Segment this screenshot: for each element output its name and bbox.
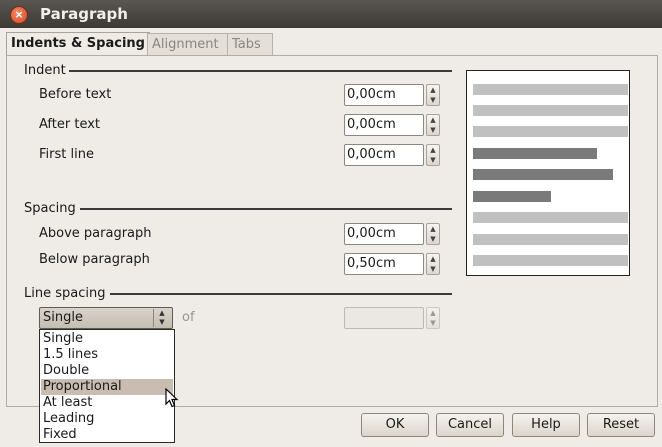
spin-up-icon: ▲ bbox=[430, 309, 436, 317]
spin-down-icon[interactable]: ▼ bbox=[427, 125, 439, 135]
tab-indents-spacing[interactable]: Indents & Spacing bbox=[6, 32, 150, 56]
spin-up-icon[interactable]: ▲ bbox=[427, 85, 439, 95]
first-line-label: First line bbox=[39, 147, 94, 162]
indent-divider bbox=[69, 70, 452, 72]
line-spacing-select[interactable]: Single ▲ ▼ bbox=[39, 307, 173, 329]
above-paragraph-spinner[interactable]: 0,00cm ▲ ▼ bbox=[344, 223, 440, 245]
tab-alignment[interactable]: Alignment bbox=[147, 33, 229, 55]
preview-line bbox=[473, 105, 628, 116]
after-text-stepper[interactable]: ▲ ▼ bbox=[426, 114, 440, 136]
first-line-input[interactable]: 0,00cm bbox=[344, 144, 424, 166]
spin-down-icon[interactable]: ▼ bbox=[427, 95, 439, 105]
paragraph-preview bbox=[466, 70, 630, 276]
line-spacing-heading: Line spacing bbox=[24, 286, 106, 301]
preview-line bbox=[473, 84, 628, 95]
before-text-label: Before text bbox=[39, 87, 112, 102]
window-title: Paragraph bbox=[40, 5, 128, 23]
indent-heading: Indent bbox=[24, 63, 66, 78]
spacing-heading: Spacing bbox=[24, 201, 76, 216]
reset-button[interactable]: Reset bbox=[587, 413, 655, 437]
preview-line bbox=[473, 212, 628, 223]
line-spacing-dropdown: Single 1.5 lines Double Proportional At … bbox=[39, 329, 175, 443]
before-text-stepper[interactable]: ▲ ▼ bbox=[426, 84, 440, 106]
preview-line-current bbox=[473, 191, 551, 202]
spin-down-icon[interactable]: ▼ bbox=[427, 264, 439, 274]
dropdown-option-1-5-lines[interactable]: 1.5 lines bbox=[41, 347, 173, 363]
above-paragraph-label: Above paragraph bbox=[39, 226, 152, 241]
after-text-spinner[interactable]: 0,00cm ▲ ▼ bbox=[344, 114, 440, 136]
line-spacing-value-spinner: ▲ ▼ bbox=[344, 307, 440, 329]
help-button[interactable]: Help bbox=[512, 413, 580, 437]
spin-down-icon: ▼ bbox=[430, 319, 436, 327]
dropdown-option-single[interactable]: Single bbox=[41, 331, 173, 347]
line-spacing-selected: Single bbox=[43, 310, 83, 325]
after-text-input[interactable]: 0,00cm bbox=[344, 114, 424, 136]
after-text-label: After text bbox=[39, 117, 101, 132]
select-arrows-icon: ▲ ▼ bbox=[153, 309, 170, 327]
below-paragraph-spinner[interactable]: 0,50cm ▲ ▼ bbox=[344, 253, 440, 275]
below-paragraph-input[interactable]: 0,50cm bbox=[344, 253, 424, 275]
line-spacing-value-stepper: ▲ ▼ bbox=[426, 307, 440, 329]
title-bar: × Paragraph bbox=[0, 0, 662, 28]
of-label: of bbox=[182, 310, 195, 325]
above-paragraph-input[interactable]: 0,00cm bbox=[344, 223, 424, 245]
spin-up-icon[interactable]: ▲ bbox=[427, 115, 439, 125]
line-spacing-divider bbox=[110, 293, 452, 295]
above-paragraph-stepper[interactable]: ▲ ▼ bbox=[426, 223, 440, 245]
spin-down-icon[interactable]: ▼ bbox=[427, 234, 439, 244]
close-icon[interactable]: × bbox=[10, 6, 28, 24]
spin-down-icon[interactable]: ▼ bbox=[427, 155, 439, 165]
spin-up-icon[interactable]: ▲ bbox=[427, 145, 439, 155]
first-line-spinner[interactable]: 0,00cm ▲ ▼ bbox=[344, 144, 440, 166]
spin-up-icon[interactable]: ▲ bbox=[427, 254, 439, 264]
below-paragraph-stepper[interactable]: ▲ ▼ bbox=[426, 253, 440, 275]
before-text-input[interactable]: 0,00cm bbox=[344, 84, 424, 106]
tab-tabs[interactable]: Tabs bbox=[227, 33, 273, 55]
ok-button[interactable]: OK bbox=[361, 413, 429, 437]
below-paragraph-label: Below paragraph bbox=[39, 252, 150, 267]
line-spacing-value-input bbox=[344, 307, 424, 329]
dropdown-option-double[interactable]: Double bbox=[41, 363, 173, 379]
preview-line-current bbox=[473, 148, 597, 159]
dropdown-option-proportional[interactable]: Proportional bbox=[41, 379, 173, 395]
dropdown-option-fixed[interactable]: Fixed bbox=[41, 427, 173, 443]
before-text-spinner[interactable]: 0,00cm ▲ ▼ bbox=[344, 84, 440, 106]
dropdown-option-leading[interactable]: Leading bbox=[41, 411, 173, 427]
preview-line bbox=[473, 126, 628, 137]
preview-line bbox=[473, 255, 628, 266]
cancel-button[interactable]: Cancel bbox=[436, 413, 504, 437]
first-line-stepper[interactable]: ▲ ▼ bbox=[426, 144, 440, 166]
spin-up-icon[interactable]: ▲ bbox=[427, 224, 439, 234]
spacing-divider bbox=[80, 208, 452, 210]
dropdown-option-at-least[interactable]: At least bbox=[41, 395, 173, 411]
preview-line-current bbox=[473, 169, 613, 180]
preview-line bbox=[473, 234, 628, 245]
mouse-cursor-icon bbox=[165, 388, 179, 408]
